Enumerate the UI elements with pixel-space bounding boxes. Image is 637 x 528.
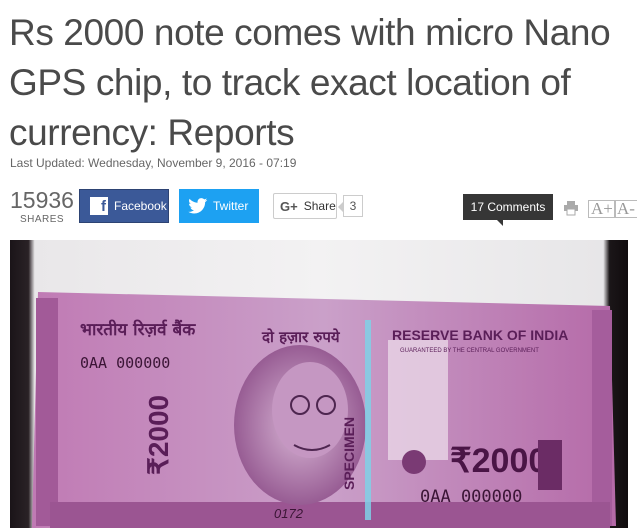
page-title: Rs 2000 note comes with micro Nano GPS c… xyxy=(9,12,611,153)
print-icon[interactable] xyxy=(563,200,579,216)
facebook-share-button[interactable]: f Facebook xyxy=(79,189,169,223)
google-plus-label: Share xyxy=(303,199,336,213)
facebook-icon: f xyxy=(88,196,110,216)
article-image: भारतीय रिज़र्व बैंक दो हज़ार रुपये RESER… xyxy=(10,240,628,528)
note-vertical-value: ₹2000 xyxy=(143,395,174,475)
comments-button[interactable]: 17 Comments xyxy=(463,194,553,226)
note-specimen: SPECIMEN xyxy=(341,417,357,490)
ashoka-emblem-icon xyxy=(538,440,562,490)
note-plate-number: 0172 xyxy=(274,506,304,521)
note-denomination: ₹2000 xyxy=(450,442,547,480)
twitter-icon xyxy=(187,196,209,216)
note-serial-bottom: 0AA 000000 xyxy=(420,487,522,507)
font-decrease-button[interactable]: A- xyxy=(614,200,637,218)
font-increase-button[interactable]: A+ xyxy=(588,200,616,218)
note-serial: 0AA 000000 xyxy=(80,354,170,372)
google-plus-icon: G+ xyxy=(280,198,298,214)
twitter-share-button[interactable]: Twitter xyxy=(179,189,259,223)
note-guarantee: GUARANTEED BY THE CENTRAL GOVERNMENT xyxy=(400,348,539,354)
note-bank-hindi: भारतीय रिज़र्व बैंक xyxy=(80,319,196,340)
facebook-label: Facebook xyxy=(114,199,167,213)
rbi-seal-icon xyxy=(402,450,426,474)
note-value-hindi: दो हज़ार रुपये xyxy=(261,328,341,346)
last-updated: Last Updated: Wednesday, November 9, 201… xyxy=(10,156,297,170)
note-bank-english: RESERVE BANK OF INDIA xyxy=(392,327,568,343)
google-plus-count: 3 xyxy=(338,195,363,217)
banknote-illustration: भारतीय रिज़र्व बैंक दो हज़ार रुपये RESER… xyxy=(32,292,616,528)
share-count-number: 15936 xyxy=(10,187,74,213)
share-count: 15936 SHARES xyxy=(9,188,75,225)
share-count-label: SHARES xyxy=(19,214,65,225)
google-plus-share-button[interactable]: G+ Share xyxy=(273,193,337,219)
twitter-label: Twitter xyxy=(213,199,249,213)
